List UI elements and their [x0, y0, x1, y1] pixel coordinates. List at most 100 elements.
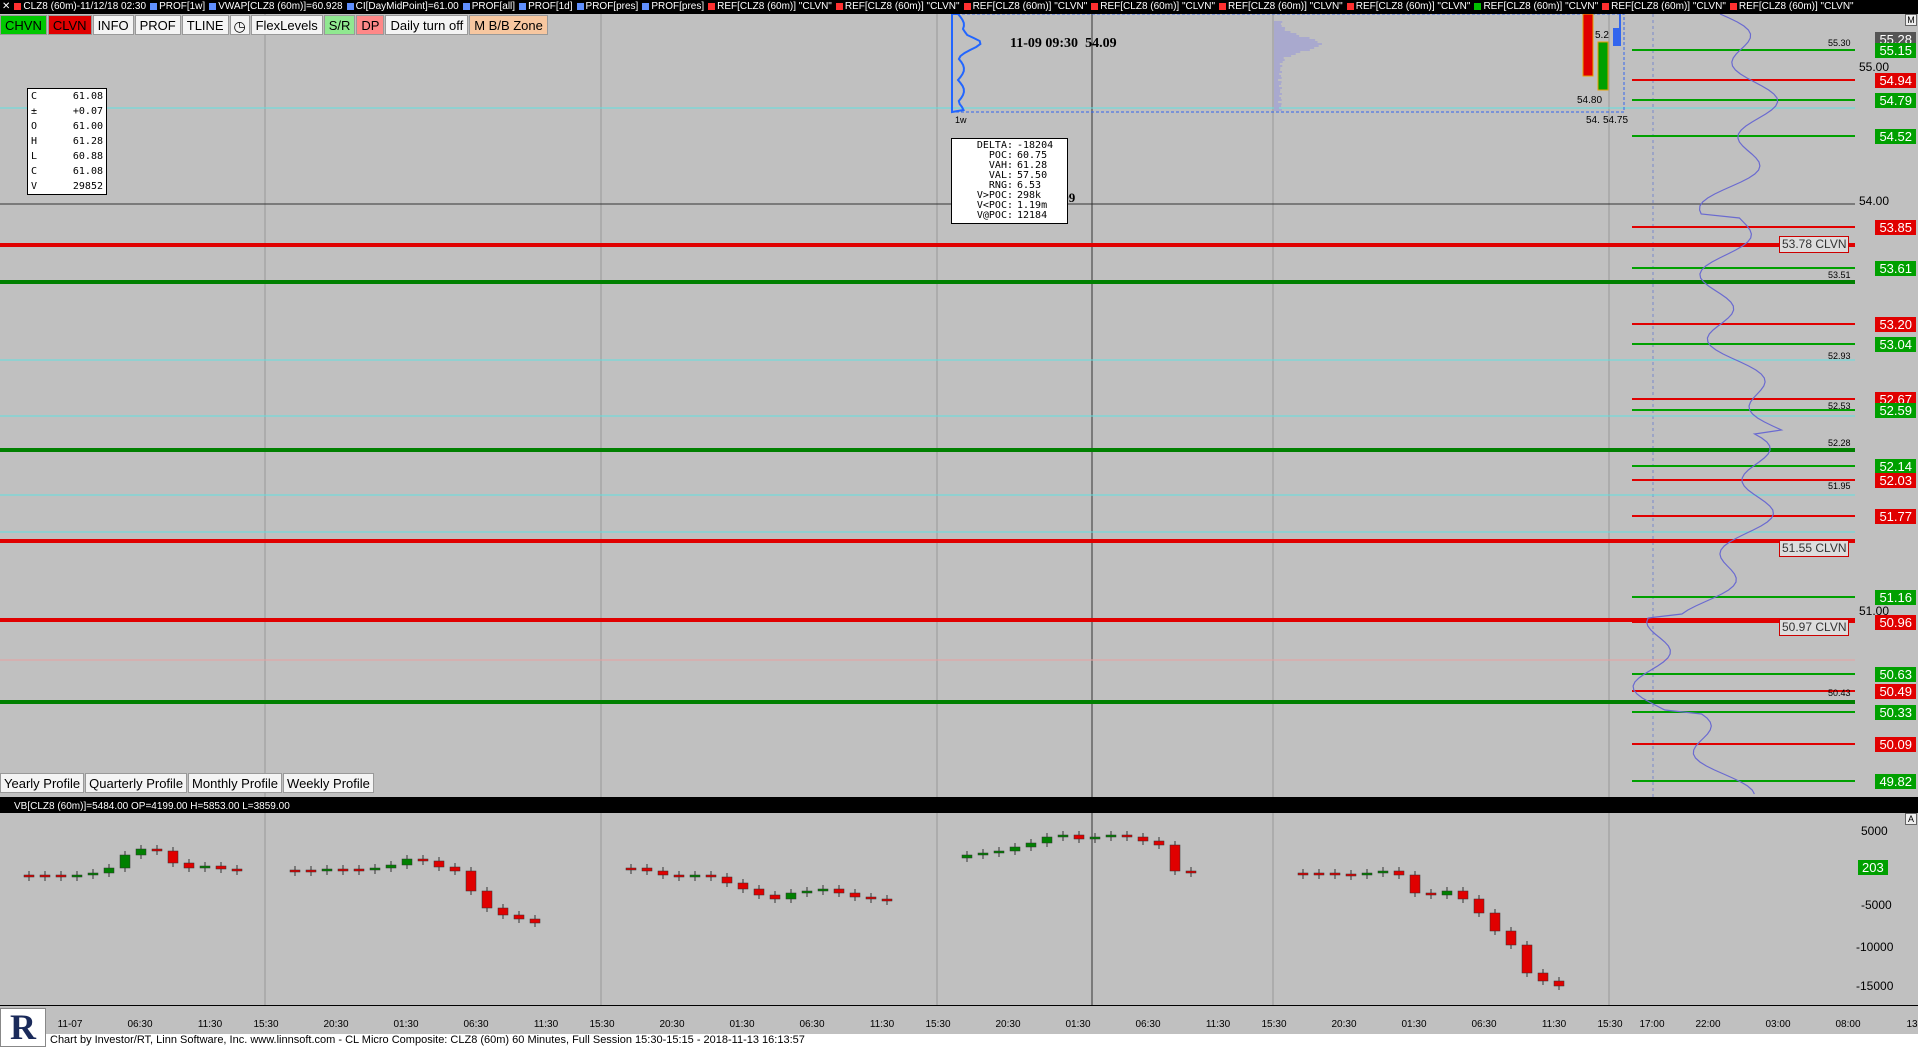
- delta-value: 12184: [1017, 210, 1048, 221]
- volume-candle-bull: [801, 890, 813, 894]
- lower-pane-axis[interactable]: A 5000 203 -5000 -10000 -15000: [1855, 813, 1918, 1005]
- lower-current-value: 203: [1858, 860, 1888, 875]
- volume-candle-bear: [1457, 890, 1469, 900]
- lower-pane-title-text: VB[CLZ8 (60m)]=5484.00 OP=4199.00 H=5853…: [14, 801, 290, 812]
- time-axis-label: 15:30: [1597, 1019, 1623, 1030]
- volume-candle-bear: [449, 866, 461, 872]
- price-level-label: 54.94: [1875, 73, 1916, 88]
- time-axis-label: 20:30: [323, 1019, 349, 1030]
- volume-candle-bear: [1297, 872, 1309, 876]
- volume-candle-bear: [231, 868, 243, 872]
- volume-candle-bear: [1425, 892, 1437, 896]
- time-axis-label: 15:30: [925, 1019, 951, 1030]
- price-chart-canvas[interactable]: [0, 14, 1855, 797]
- volume-candle-bear: [1393, 870, 1405, 876]
- lower-axis-label-4: -15000: [1856, 979, 1894, 993]
- chvn-button[interactable]: CHVN: [0, 15, 47, 35]
- time-axis-label: 13: [1906, 1019, 1918, 1030]
- time-axis-label: 17:00: [1639, 1019, 1665, 1030]
- small-price-label: 52.53: [1828, 401, 1851, 411]
- volume-candle-bear: [481, 890, 493, 909]
- ohlc-row: ± +0.07: [31, 104, 103, 119]
- time-axis-label: 06:30: [1135, 1019, 1161, 1030]
- ohlc-row: C 61.08: [31, 164, 103, 179]
- volume-candle-bull: [977, 852, 989, 856]
- series-color-swatch: [462, 2, 470, 10]
- clvn-tag-2: 51.55 CLVN: [1779, 540, 1850, 557]
- ohlc-key: C: [31, 91, 38, 102]
- small-price-label: 50.43: [1828, 688, 1851, 698]
- time-axis[interactable]: 11-07 06:30 11:30 15:30 20:30 01:30 06:30 11:30…: [0, 1005, 1918, 1034]
- price-level-label: 54.79: [1875, 93, 1916, 108]
- volume-candle-bull: [1377, 870, 1389, 874]
- volume-candle-bear: [513, 914, 525, 920]
- volume-candle-bull: [961, 854, 973, 859]
- volume-candle-bull: [1089, 836, 1101, 840]
- tline-button[interactable]: TLINE: [181, 15, 229, 35]
- volume-candle-bear: [1153, 840, 1165, 846]
- time-axis-label: 06:30: [1471, 1019, 1497, 1030]
- corner-a-button[interactable]: A: [1905, 813, 1917, 825]
- crosshair-price-value: 54.09: [1085, 36, 1117, 51]
- clvn-tag-3: 50.97 CLVN: [1779, 619, 1850, 636]
- ohlc-key: H: [31, 136, 38, 147]
- daily-turn-off-button[interactable]: Daily turn off: [385, 15, 469, 35]
- price-axis[interactable]: M 55.28 55.15 54.94 54.79 54.52 53.85 53.61 53.…: [1855, 14, 1918, 797]
- volume-candle-bear: [151, 848, 163, 852]
- time-axis-label: 06:30: [127, 1019, 153, 1030]
- corner-m-button[interactable]: M: [1905, 14, 1917, 26]
- ohlc-key: C: [31, 166, 38, 177]
- ohlc-key: ±: [31, 106, 38, 117]
- dp-button[interactable]: DP: [356, 15, 385, 35]
- ohlc-value: 60.88: [72, 151, 103, 162]
- titlebar-segment: PROF[pres]: [585, 1, 639, 12]
- candle-label-4: 54.75: [1603, 115, 1629, 126]
- close-icon[interactable]: ✕: [2, 1, 10, 12]
- clock-icon[interactable]: ◷: [229, 15, 250, 35]
- volume-candle-bear: [657, 870, 669, 876]
- mbb-zone-button[interactable]: M B/B Zone: [469, 15, 548, 35]
- volume-candle-bull: [993, 850, 1005, 854]
- tab-yearly-profile[interactable]: Yearly Profile: [0, 773, 85, 793]
- series-color-swatch: [1729, 2, 1737, 10]
- tab-quarterly-profile[interactable]: Quarterly Profile: [85, 773, 188, 793]
- price-level-label: 50.09: [1875, 737, 1916, 752]
- volume-balance-canvas[interactable]: [0, 813, 1855, 1005]
- series-color-swatch: [1602, 2, 1610, 10]
- titlebar-segment: CLZ8 (60m)-11/12/18 02:30: [23, 1, 147, 12]
- flexlevels-button[interactable]: FlexLevels: [250, 15, 323, 35]
- time-axis-label: 11:30: [1541, 1019, 1567, 1030]
- clvn-button[interactable]: CLVN: [47, 15, 92, 35]
- volume-candle-bull: [87, 872, 99, 876]
- volume-candle-bear: [353, 868, 365, 872]
- volume-candle-bear: [529, 918, 541, 924]
- time-axis-label: 06:30: [799, 1019, 825, 1030]
- ohlc-value: 29852: [72, 181, 103, 192]
- footer-credit: Chart by Investor/RT, Linn Software, Inc…: [0, 1034, 1918, 1047]
- candle-label-3: 54.: [1586, 115, 1600, 126]
- series-color-swatch: [835, 2, 843, 10]
- candle-current: [1613, 28, 1621, 46]
- volume-candle-bear: [23, 874, 35, 878]
- volume-candle-bear: [417, 858, 429, 862]
- prof-button[interactable]: PROF: [134, 15, 181, 35]
- volume-candle-bear: [289, 869, 301, 873]
- volume-candle-bull: [199, 865, 211, 869]
- volume-candle-bull: [401, 858, 413, 866]
- crosshair-datetime-value: 11-09 09:30: [1010, 36, 1079, 51]
- price-level-label: 53.04: [1875, 337, 1916, 352]
- tab-monthly-profile[interactable]: Monthly Profile: [188, 773, 283, 793]
- sr-button[interactable]: S/R: [323, 15, 356, 35]
- ohlc-value: 61.28: [72, 136, 103, 147]
- price-chart-pane[interactable]: C 61.08 ± +0.07 O 61.00 H 61.28 L 60.88 C 61.08 V 298…: [0, 14, 1855, 797]
- volume-candle-bull: [119, 854, 131, 869]
- chart-window: ✕ CLZ8 (60m)-11/12/18 02:30 PROF[1w] VWAP[C…: [0, 0, 1918, 1047]
- time-axis-label: 01:30: [1401, 1019, 1427, 1030]
- titlebar-segment: REF[CLZ8 (60m)] "CLVN": [844, 1, 960, 12]
- volume-candle-bull: [103, 867, 115, 874]
- info-button[interactable]: INFO: [92, 15, 134, 35]
- lower-axis-label-2: -5000: [1861, 898, 1892, 912]
- time-axis-label: 01:30: [1065, 1019, 1091, 1030]
- tab-weekly-profile[interactable]: Weekly Profile: [283, 773, 374, 793]
- volume-balance-pane[interactable]: [0, 813, 1855, 1005]
